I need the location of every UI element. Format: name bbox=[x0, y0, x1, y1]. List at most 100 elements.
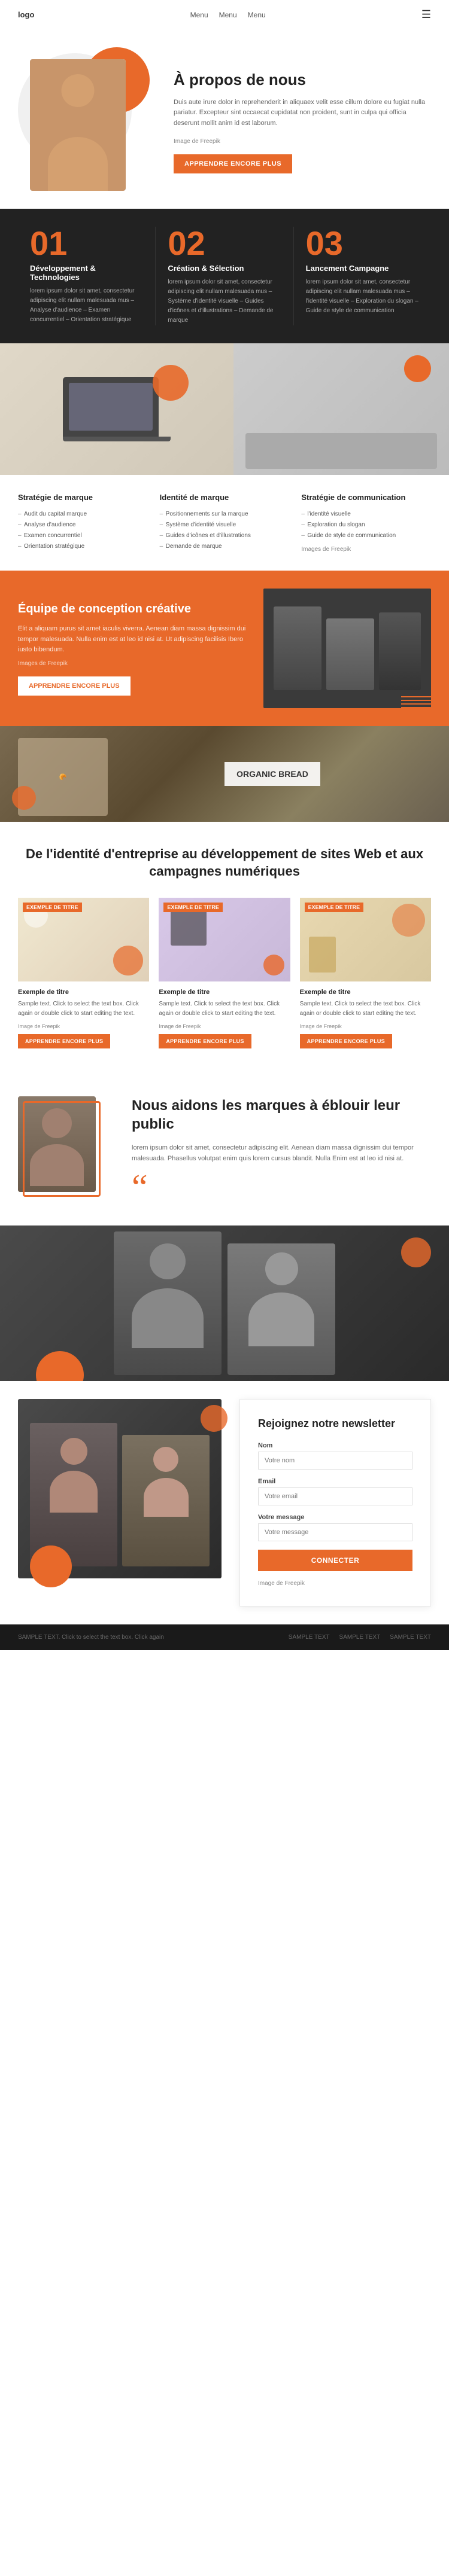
footer: SAMPLE TEXT. Click to select the text bo… bbox=[0, 1624, 449, 1650]
card-1: EXEMPLE DE TITRE Exemple de titre Sample… bbox=[18, 898, 149, 1048]
service-col-2: Identité de marque Positionnements sur l… bbox=[160, 493, 290, 553]
nav-menu: Menu Menu Menu bbox=[190, 11, 266, 19]
footer-link-1[interactable]: SAMPLE TEXT bbox=[289, 1634, 330, 1641]
email-label: Email bbox=[258, 1478, 412, 1485]
team-deco-lines bbox=[401, 694, 431, 708]
service-title-2: Identité de marque bbox=[160, 493, 290, 502]
hero-person-image bbox=[30, 59, 126, 191]
footer-copyright: SAMPLE TEXT. Click to select the text bo… bbox=[18, 1634, 164, 1641]
card-desc-2: Sample text. Click to select the text bo… bbox=[159, 999, 290, 1019]
card-3: EXEMPLE DE TITRE Exemple de titre Sample… bbox=[300, 898, 431, 1048]
service-item: Exploration du slogan bbox=[301, 520, 431, 531]
number-item-2: 02 Création & Sélection lorem ipsum dolo… bbox=[156, 227, 293, 325]
number-title-2: Création & Sélection bbox=[168, 264, 281, 273]
card-cta-3[interactable]: APPRENDRE ENCORE PLUS bbox=[300, 1034, 392, 1048]
number-desc-3: lorem ipsum dolor sit amet, consectetur … bbox=[306, 278, 419, 316]
food-badge-title: ORGANIC BREAD bbox=[236, 769, 308, 779]
number-1: 01 bbox=[30, 227, 143, 260]
identity-section: De l'identité d'entreprise au développem… bbox=[0, 822, 449, 1072]
cards-row: EXEMPLE DE TITRE Exemple de titre Sample… bbox=[18, 898, 431, 1048]
team-person-2 bbox=[227, 1243, 335, 1375]
card-link-3[interactable]: Image de Freepik bbox=[300, 1023, 431, 1029]
hero-cta-button[interactable]: APPRENDRE ENCORE PLUS bbox=[174, 154, 292, 173]
team-photo-section bbox=[0, 1225, 449, 1381]
identity-title: De l'identité d'entreprise au développem… bbox=[18, 846, 431, 880]
food-badge: ORGANIC BREAD bbox=[224, 762, 320, 786]
card-link-1[interactable]: Image de Freepik bbox=[18, 1023, 149, 1029]
newsletter-image-credit[interactable]: Image de Freepik bbox=[258, 1580, 305, 1587]
number-title-3: Lancement Campagne bbox=[306, 264, 419, 273]
service-item: l'identité visuelle bbox=[301, 509, 431, 520]
service-item: Guide de style de communication bbox=[301, 531, 431, 541]
card-desc-1: Sample text. Click to select the text bo… bbox=[18, 999, 149, 1019]
card-badge-3: EXEMPLE DE TITRE bbox=[305, 903, 364, 912]
number-title-1: Développement & Technologies bbox=[30, 264, 143, 282]
service-item: Positionnements sur la marque bbox=[160, 509, 290, 520]
number-item-1: 01 Développement & Technologies lorem ip… bbox=[18, 227, 156, 325]
quote-description: lorem ipsum dolor sit amet, consectetur … bbox=[132, 1142, 431, 1164]
card-link-2[interactable]: Image de Freepik bbox=[159, 1023, 290, 1029]
team-orange-circle-top bbox=[401, 1237, 431, 1267]
service-col-3: Stratégie de communication l'identité vi… bbox=[301, 493, 431, 553]
name-input[interactable] bbox=[258, 1452, 412, 1470]
card-desc-3: Sample text. Click to select the text bo… bbox=[300, 999, 431, 1019]
newsletter-title: Rejoignez notre newsletter bbox=[258, 1417, 412, 1430]
team-image-credit[interactable]: Images de Freepik bbox=[18, 660, 249, 667]
hamburger-icon[interactable]: ☰ bbox=[421, 8, 431, 21]
service-item: Guides d'icônes et d'illustrations bbox=[160, 531, 290, 541]
service-list-3: l'identité visuelle Exploration du sloga… bbox=[301, 509, 431, 541]
card-image-1: EXEMPLE DE TITRE bbox=[18, 898, 149, 981]
nav-item-3[interactable]: Menu bbox=[248, 11, 266, 19]
card-2: EXEMPLE DE TITRE Exemple de titre Sample… bbox=[159, 898, 290, 1048]
team-person-1 bbox=[114, 1231, 222, 1375]
hero-title: À propos de nous bbox=[174, 71, 431, 89]
quote-image-wrap bbox=[18, 1096, 114, 1197]
nav-item-1[interactable]: Menu bbox=[190, 11, 208, 19]
services-image-credit[interactable]: Images de Freepik bbox=[301, 546, 431, 553]
laptop-image bbox=[0, 343, 233, 475]
newsletter-image-area bbox=[18, 1399, 222, 1578]
numbers-section: 01 Développement & Technologies lorem ip… bbox=[0, 209, 449, 343]
card-badge-1: EXEMPLE DE TITRE bbox=[23, 903, 82, 912]
food-section: 🥐 ORGANIC BREAD bbox=[0, 726, 449, 822]
card-title-1: Exemple de titre bbox=[18, 989, 149, 996]
service-item: Système d'identité visuelle bbox=[160, 520, 290, 531]
food-orange-deco bbox=[12, 786, 36, 810]
message-input[interactable] bbox=[258, 1523, 412, 1541]
service-item: Audit du capital marque bbox=[18, 509, 148, 520]
footer-link-2[interactable]: SAMPLE TEXT bbox=[339, 1634, 381, 1641]
nav-item-2[interactable]: Menu bbox=[219, 11, 237, 19]
hero-text: À propos de nous Duis aute irure dolor i… bbox=[174, 71, 431, 174]
keyboard-image bbox=[233, 343, 449, 475]
service-title-3: Stratégie de communication bbox=[301, 493, 431, 502]
card-title-3: Exemple de titre bbox=[300, 989, 431, 996]
team-cta-button[interactable]: APPRENDRE ENCORE PLUS bbox=[18, 676, 131, 696]
services-section: Stratégie de marque Audit du capital mar… bbox=[0, 475, 449, 571]
quote-text: Nous aidons les marques à éblouir leur p… bbox=[132, 1096, 431, 1202]
newsletter-box: Rejoignez notre newsletter Nom Email Vot… bbox=[239, 1399, 431, 1606]
card-cta-1[interactable]: APPRENDRE ENCORE PLUS bbox=[18, 1034, 110, 1048]
footer-links: SAMPLE TEXT SAMPLE TEXT SAMPLE TEXT bbox=[289, 1634, 431, 1641]
service-item: Examen concurrentiel bbox=[18, 531, 148, 541]
service-list-1: Audit du capital marque Analyse d'audien… bbox=[18, 509, 148, 552]
logo: logo bbox=[18, 10, 34, 19]
card-cta-2[interactable]: APPRENDRE ENCORE PLUS bbox=[159, 1034, 251, 1048]
email-form-group: Email bbox=[258, 1478, 412, 1505]
service-list-2: Positionnements sur la marque Système d'… bbox=[160, 509, 290, 552]
team-description: Elit a aliquam purus sit amet iaculis vi… bbox=[18, 624, 249, 656]
hero-section: À propos de nous Duis aute irure dolor i… bbox=[0, 29, 449, 209]
newsletter-submit-button[interactable]: CONNECTER bbox=[258, 1550, 412, 1571]
number-desc-1: lorem ipsum dolor sit amet, consectetur … bbox=[30, 286, 143, 325]
card-title-2: Exemple de titre bbox=[159, 989, 290, 996]
hero-description: Duis aute irure dolor in reprehenderit i… bbox=[174, 97, 431, 129]
footer-link-3[interactable]: SAMPLE TEXT bbox=[390, 1634, 431, 1641]
hero-image-credit[interactable]: Image de Freepik bbox=[174, 138, 431, 145]
number-2: 02 bbox=[168, 227, 281, 260]
team-text: Équipe de conception créative Elit a ali… bbox=[18, 601, 249, 696]
number-item-3: 03 Lancement Campagne lorem ipsum dolor … bbox=[294, 227, 431, 325]
newsletter-section: Rejoignez notre newsletter Nom Email Vot… bbox=[0, 1381, 449, 1624]
email-input[interactable] bbox=[258, 1487, 412, 1505]
quote-portrait bbox=[18, 1096, 96, 1192]
message-label: Votre message bbox=[258, 1514, 412, 1521]
team-section: Équipe de conception créative Elit a ali… bbox=[0, 571, 449, 726]
